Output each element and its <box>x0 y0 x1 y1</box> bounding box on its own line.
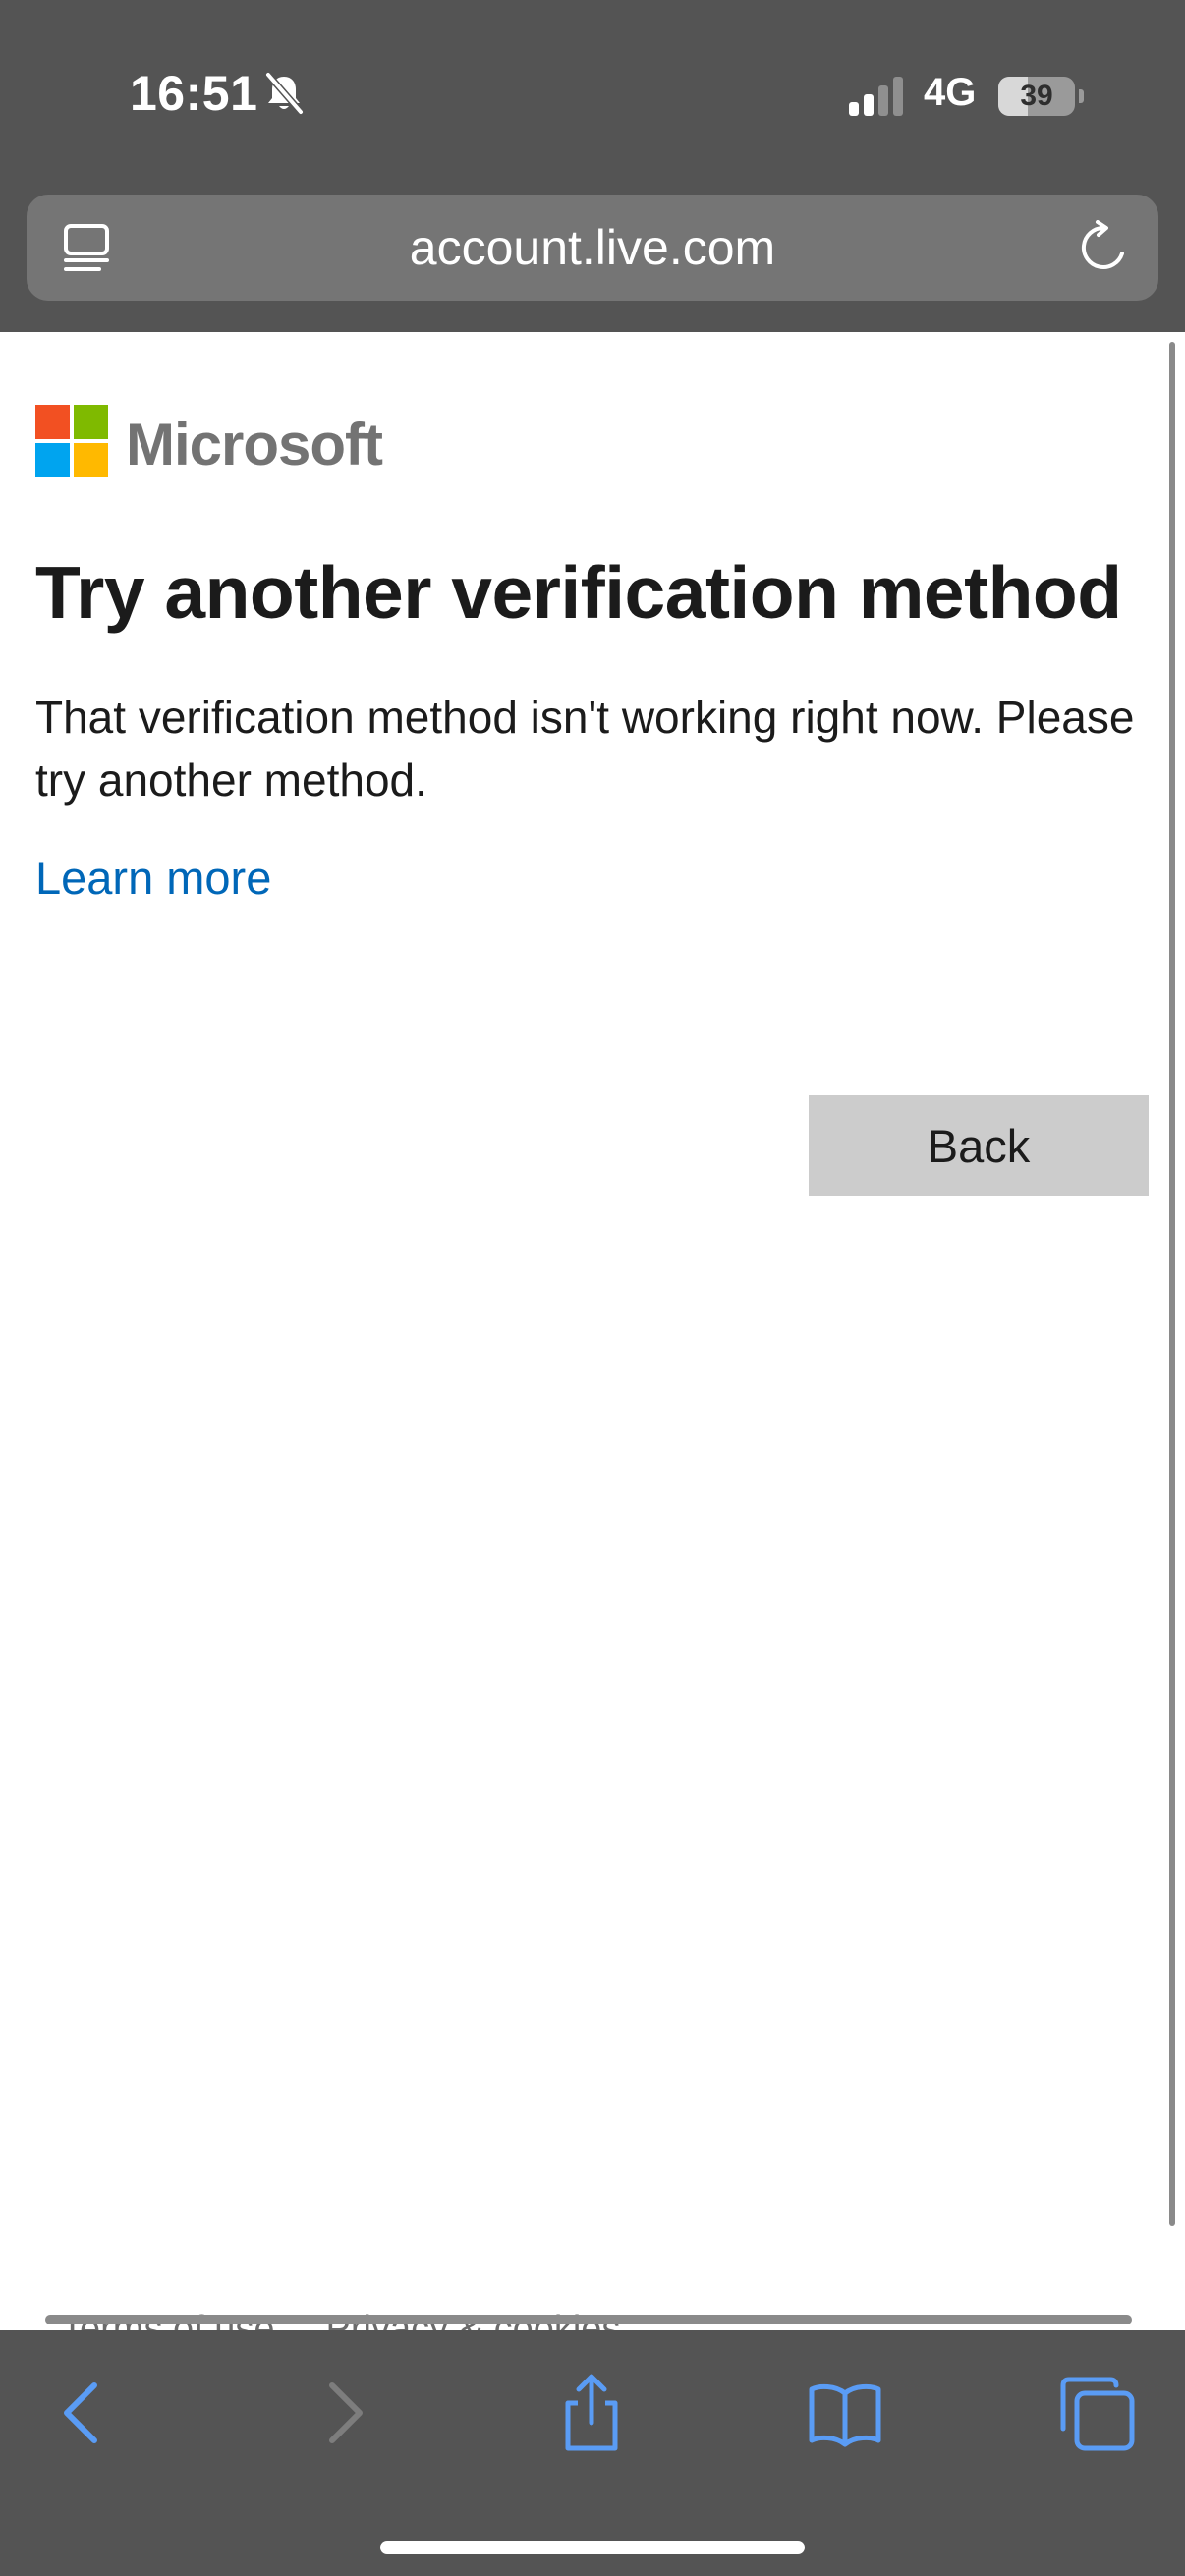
browser-toolbar <box>0 2330 1185 2576</box>
back-button[interactable]: Back <box>809 1095 1149 1196</box>
terms-of-use-link[interactable]: Terms of use <box>61 2295 275 2330</box>
toolbar-bookmarks-button[interactable] <box>804 2372 886 2454</box>
footer-links: Terms of use Privacy & cookies <box>61 2295 671 2330</box>
toolbar-forward-button[interactable] <box>301 2372 383 2454</box>
logo-square-blue <box>35 443 70 477</box>
microsoft-logo: Microsoft <box>35 405 389 479</box>
page-scrollbar[interactable] <box>1169 342 1175 2226</box>
microsoft-logo-icon <box>35 405 108 477</box>
page-title: Try another verification method <box>35 551 1122 634</box>
url-text[interactable]: account.live.com <box>27 195 1158 301</box>
verification-message: That verification method isn't working r… <box>35 692 1135 806</box>
toolbar-back-button[interactable] <box>43 2372 126 2454</box>
network-type-label: 4G <box>924 71 977 114</box>
reload-icon[interactable] <box>1076 220 1131 275</box>
screen: 16:51 4G 39 account.live.com Microsoft T… <box>0 0 1185 2576</box>
bookmarks-icon <box>809 2383 881 2447</box>
cellular-signal-icon <box>849 77 903 116</box>
logo-square-green <box>74 405 108 439</box>
forward-icon <box>329 2382 363 2443</box>
share-icon <box>565 2374 618 2451</box>
url-bar[interactable]: account.live.com <box>27 195 1158 301</box>
learn-more-link[interactable]: Learn more <box>35 851 271 905</box>
toolbar-share-button[interactable] <box>550 2372 633 2454</box>
browser-top-chrome: 16:51 4G 39 account.live.com <box>0 0 1185 332</box>
back-icon <box>64 2382 97 2443</box>
battery-indicator: 39 <box>998 77 1084 116</box>
battery-level: 39 <box>1020 80 1053 112</box>
microsoft-logo-text: Microsoft <box>126 412 383 477</box>
home-indicator[interactable] <box>380 2541 805 2554</box>
logo-square-yellow <box>74 443 108 477</box>
bell-slash-icon <box>264 71 305 116</box>
battery-cap <box>1079 89 1084 103</box>
logo-square-red <box>35 405 70 439</box>
privacy-cookies-link[interactable]: Privacy & cookies <box>326 2295 621 2330</box>
web-content: Microsoft Try another verification metho… <box>0 332 1185 2330</box>
toolbar-tabs-button[interactable] <box>1055 2372 1138 2454</box>
tabs-icon <box>1060 2377 1135 2451</box>
status-time: 16:51 <box>130 66 258 121</box>
footer-scroll-indicator <box>45 2315 1132 2324</box>
